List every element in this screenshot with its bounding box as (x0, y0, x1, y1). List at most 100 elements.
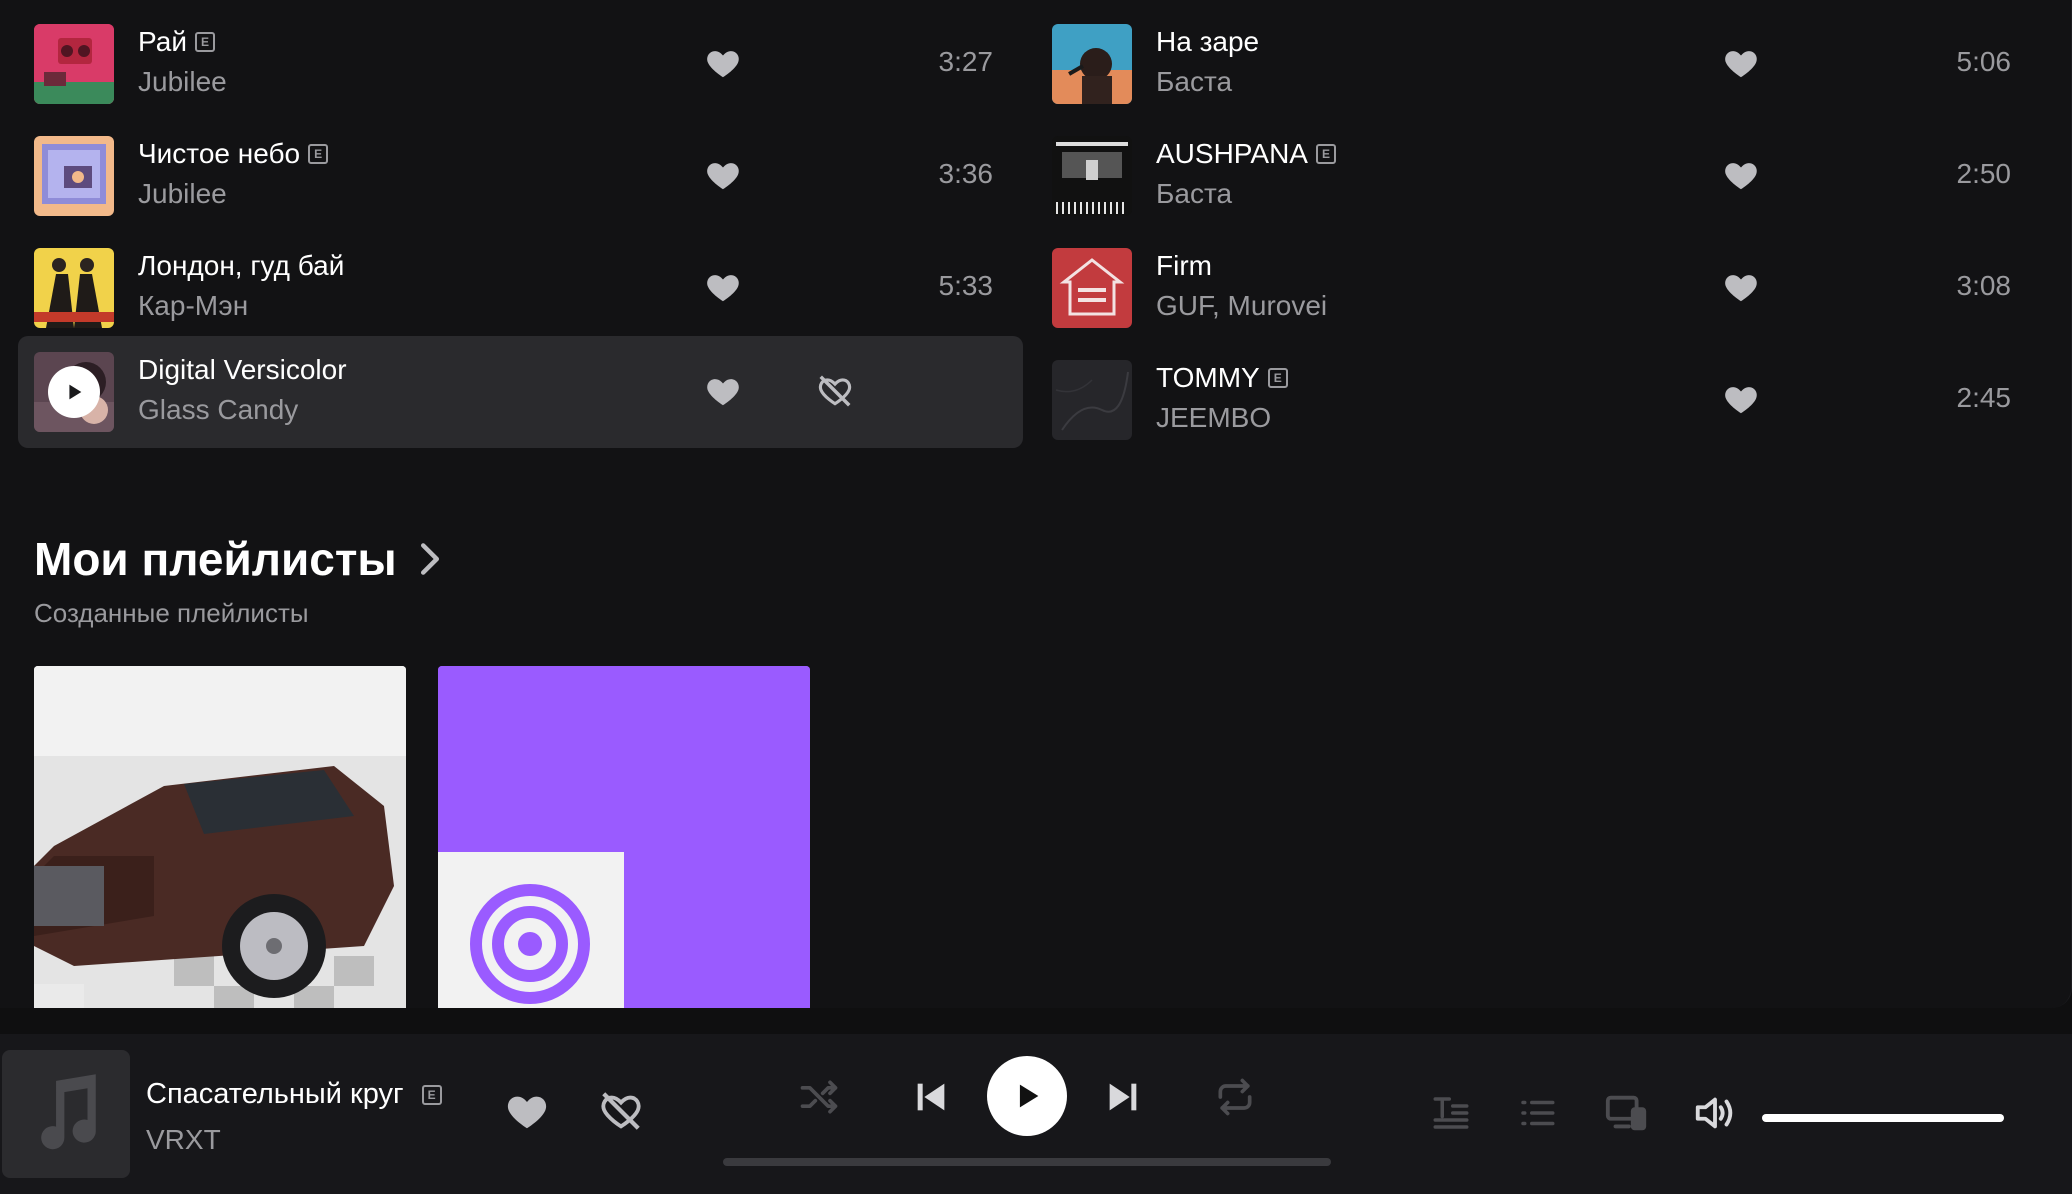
track-row[interactable]: Рай E Jubilee 3:27 (18, 0, 1023, 112)
track-row[interactable]: Digital Versicolor Glass Candy (18, 336, 1023, 448)
track-artist[interactable]: JEEMBO (1156, 402, 1271, 434)
previous-button[interactable] (908, 1074, 954, 1120)
heart-icon[interactable] (1722, 268, 1760, 306)
track-title[interactable]: Digital Versicolor (138, 354, 347, 386)
track-title[interactable]: На заре (1156, 26, 1259, 58)
explicit-badge: E (194, 32, 215, 52)
explicit-badge: E (1267, 368, 1288, 388)
track-row[interactable]: Чистое небо E Jubilee 3:36 (18, 112, 1023, 224)
track-title-text[interactable]: TOMMY (1156, 362, 1260, 394)
track-duration: 5:33 (938, 270, 994, 301)
player-bar: Спасательный круг E VRXT (0, 1034, 2072, 1194)
lyrics-icon (1433, 1097, 1469, 1129)
track-duration: 3:27 (938, 46, 994, 77)
track-title[interactable]: TOMMY E (1156, 362, 1288, 394)
heart-icon[interactable] (704, 44, 742, 82)
track-title-text[interactable]: Чистое небо (138, 138, 300, 170)
heart-icon[interactable] (704, 156, 742, 194)
track-duration: 2:45 (1956, 382, 2012, 413)
track-artist[interactable]: Jubilee (138, 178, 227, 210)
heart-icon (507, 1096, 547, 1129)
track-title[interactable]: Рай E (138, 26, 215, 58)
player-track-artist[interactable]: VRXT (146, 1124, 221, 1156)
track-title[interactable]: Лондон, гуд бай (138, 250, 344, 282)
music-note-icon (41, 1074, 96, 1150)
play-button[interactable] (987, 1056, 1067, 1136)
previous-track-icon (917, 1083, 945, 1111)
track-artist[interactable]: Кар-Мэн (138, 290, 248, 322)
track-cover[interactable] (1052, 24, 1132, 104)
track-cover[interactable] (1052, 248, 1132, 328)
track-cover[interactable] (34, 248, 114, 328)
dislike-button[interactable] (598, 1088, 644, 1134)
progress-bar[interactable] (723, 1158, 1331, 1166)
repeat-button[interactable] (1212, 1074, 1258, 1120)
chevron-right-icon[interactable] (419, 542, 441, 576)
repeat-icon (1218, 1078, 1252, 1116)
queue-icon (1521, 1100, 1555, 1126)
playlists-title-text[interactable]: Мои плейлисты (34, 532, 397, 586)
devices-icon (1605, 1095, 1647, 1131)
main-content: Рай E Jubilee 3:27 Чистое небо E Jubilee… (0, 0, 2072, 1008)
track-row[interactable]: Лондон, гуд бай Кар-Мэн 5:33 (18, 224, 1023, 336)
track-title-text[interactable]: Лондон, гуд бай (138, 250, 344, 282)
track-title-text[interactable]: Firm (1156, 250, 1212, 282)
next-button[interactable] (1100, 1074, 1146, 1120)
heart-icon[interactable] (704, 372, 742, 410)
track-row[interactable]: TOMMY E JEEMBO 2:45 (1036, 336, 2041, 448)
player-track-title-text[interactable]: Спасательный круг (146, 1078, 404, 1111)
playlist-cover-image (34, 666, 406, 1008)
track-cover[interactable] (34, 136, 114, 216)
playlist-cover-image (438, 666, 810, 1008)
track-artist[interactable]: Баста (1156, 66, 1232, 98)
heart-icon[interactable] (1722, 44, 1760, 82)
track-title[interactable]: Firm (1156, 250, 1212, 282)
play-icon (1019, 1084, 1039, 1108)
playlists-subtitle: Созданные плейлисты (34, 598, 309, 628)
heart-icon[interactable] (704, 268, 742, 306)
track-title-text[interactable]: Рай (138, 26, 187, 58)
heart-icon[interactable] (1722, 156, 1760, 194)
heart-icon[interactable] (1722, 380, 1760, 418)
shuffle-button[interactable] (796, 1074, 842, 1120)
track-row[interactable]: Firm GUF, Murovei 3:08 (1036, 224, 2041, 336)
heart-crossed-icon[interactable] (816, 372, 854, 410)
track-cover[interactable] (1052, 360, 1132, 440)
track-duration: 3:08 (1956, 270, 2012, 301)
next-track-icon (1109, 1083, 1137, 1111)
playlist-card[interactable] (438, 666, 810, 1008)
volume-button[interactable] (1690, 1088, 1740, 1138)
shuffle-icon (800, 1080, 838, 1114)
track-title[interactable]: AUSHPANA E (1156, 138, 1336, 170)
track-duration: 3:36 (938, 158, 994, 189)
play-track-button[interactable] (48, 366, 100, 418)
track-title-text[interactable]: На заре (1156, 26, 1259, 58)
track-row[interactable]: На заре Баста 5:06 (1036, 0, 2041, 112)
track-list-left: Рай E Jubilee 3:27 Чистое небо E Jubilee… (18, 0, 1023, 448)
volume-icon (1695, 1097, 1733, 1129)
lyrics-button[interactable] (1428, 1090, 1474, 1136)
track-title-text[interactable]: AUSHPANA (1156, 138, 1308, 170)
heart-crossed-icon (601, 1092, 641, 1130)
track-list-right: На заре Баста 5:06 AUSHPANA E Баста 2:50… (1036, 0, 2041, 448)
track-cover[interactable] (1052, 136, 1132, 216)
track-cover[interactable] (34, 24, 114, 104)
playlist-card[interactable] (34, 666, 406, 1008)
track-row[interactable]: AUSHPANA E Баста 2:50 (1036, 112, 2041, 224)
queue-button[interactable] (1514, 1090, 1560, 1136)
track-artist[interactable]: Баста (1156, 178, 1232, 210)
volume-slider[interactable] (1762, 1114, 2004, 1122)
track-duration: 2:50 (1956, 158, 2012, 189)
player-track-title[interactable]: Спасательный круг E (146, 1078, 442, 1111)
track-artist[interactable]: Jubilee (138, 66, 227, 98)
playlists-section-title[interactable]: Мои плейлисты (34, 532, 441, 586)
like-button[interactable] (504, 1088, 550, 1134)
track-title-text[interactable]: Digital Versicolor (138, 354, 347, 386)
track-artist[interactable]: Glass Candy (138, 394, 298, 426)
devices-button[interactable] (1602, 1088, 1652, 1138)
explicit-badge: E (308, 144, 329, 164)
track-title[interactable]: Чистое небо E (138, 138, 329, 170)
explicit-badge: E (1315, 144, 1336, 164)
track-artist[interactable]: GUF, Murovei (1156, 290, 1327, 322)
player-cover[interactable] (2, 1050, 130, 1178)
